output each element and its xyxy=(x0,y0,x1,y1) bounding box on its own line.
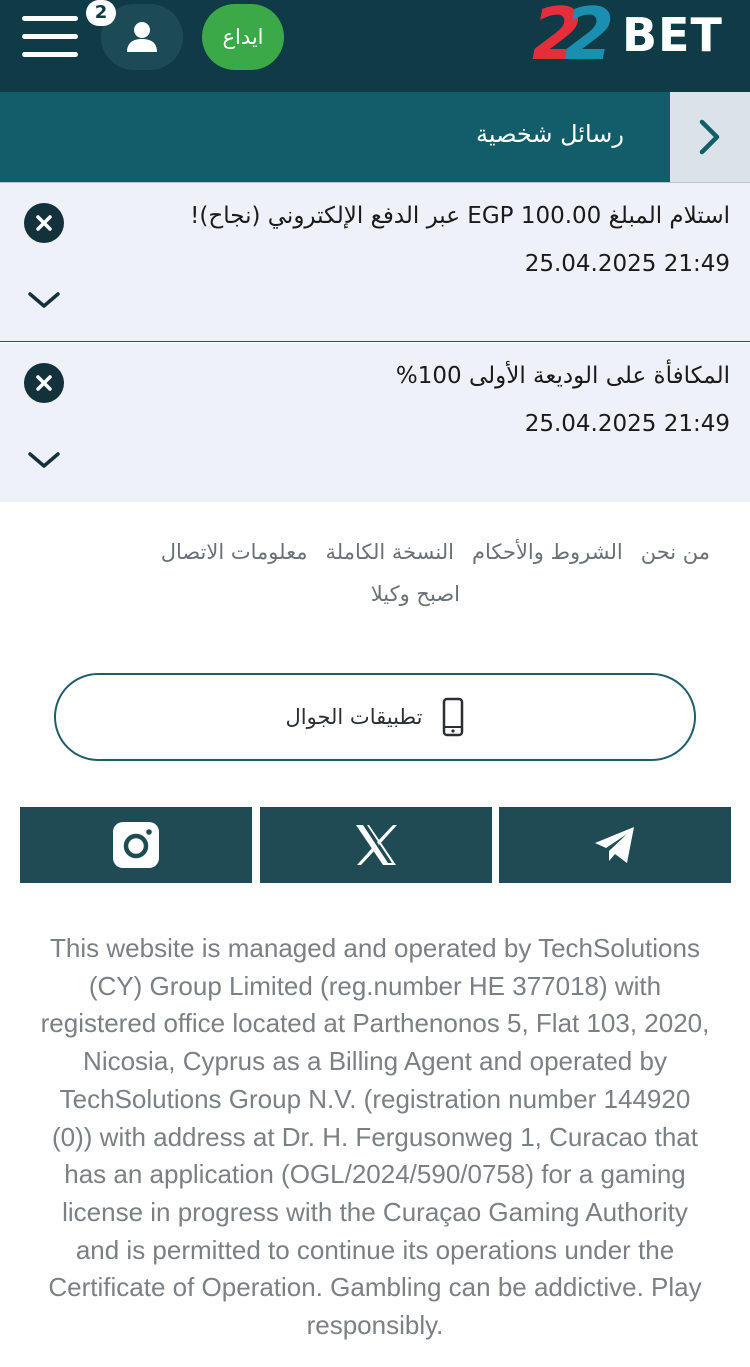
chevron-right-icon xyxy=(699,119,720,155)
section-header: رسائل شخصية xyxy=(0,92,750,182)
user-icon xyxy=(127,22,157,52)
telegram-icon xyxy=(595,827,634,863)
close-icon xyxy=(36,215,52,231)
footer-link-full-version[interactable]: النسخة الكاملة xyxy=(325,540,453,564)
x-button[interactable] xyxy=(260,807,492,883)
logo[interactable]: 22 BET xyxy=(530,0,740,80)
message-date: 25.04.2025 21:49 xyxy=(524,411,730,437)
smartphone-icon xyxy=(443,697,464,737)
expand-message-button[interactable] xyxy=(26,285,62,315)
mobile-apps-label: تطبيقات الجوال xyxy=(285,705,423,729)
chevron-down-icon xyxy=(28,292,60,308)
x-icon xyxy=(356,825,397,865)
logo-word: BET xyxy=(622,8,723,62)
page-title: رسائل شخصية xyxy=(475,120,624,148)
close-icon xyxy=(36,375,52,391)
menu-icon[interactable] xyxy=(22,16,78,58)
notification-badge: 2 xyxy=(86,0,116,26)
legal-disclaimer: This website is managed and operated by … xyxy=(40,933,710,1341)
top-header: 2 ايداع 22 BET xyxy=(0,0,750,92)
footer-links: من نحن الشروط والأحكام النسخة الكاملة مع… xyxy=(40,540,710,606)
telegram-button[interactable] xyxy=(499,807,731,883)
footer-link-contacts[interactable]: معلومات الاتصال xyxy=(161,540,308,564)
message-title: استلام المبلغ 100.00 EGP عبر الدفع الإلك… xyxy=(190,203,730,229)
logo-number: 22 xyxy=(532,0,614,76)
expand-message-button[interactable] xyxy=(26,445,62,475)
instagram-button[interactable] xyxy=(20,807,252,883)
instagram-icon xyxy=(113,822,159,868)
mobile-apps-button[interactable]: تطبيقات الجوال xyxy=(54,673,696,761)
chevron-down-icon xyxy=(28,452,60,468)
deposit-button[interactable]: ايداع xyxy=(202,4,284,70)
message-date: 25.04.2025 21:49 xyxy=(524,251,730,277)
delete-message-button[interactable] xyxy=(24,203,64,243)
message-item[interactable]: استلام المبلغ 100.00 EGP عبر الدفع الإلك… xyxy=(0,182,750,342)
back-button[interactable] xyxy=(670,92,750,182)
footer-link-become-agent[interactable]: اصبح وكيلا xyxy=(371,582,460,606)
delete-message-button[interactable] xyxy=(24,363,64,403)
message-title: المكافأة على الوديعة الأولى 100% xyxy=(395,363,730,389)
message-item[interactable]: المكافأة على الوديعة الأولى 100% 25.04.2… xyxy=(0,343,750,502)
footer-link-terms[interactable]: الشروط والأحكام xyxy=(472,540,623,564)
footer-link-about[interactable]: من نحن xyxy=(641,540,710,564)
